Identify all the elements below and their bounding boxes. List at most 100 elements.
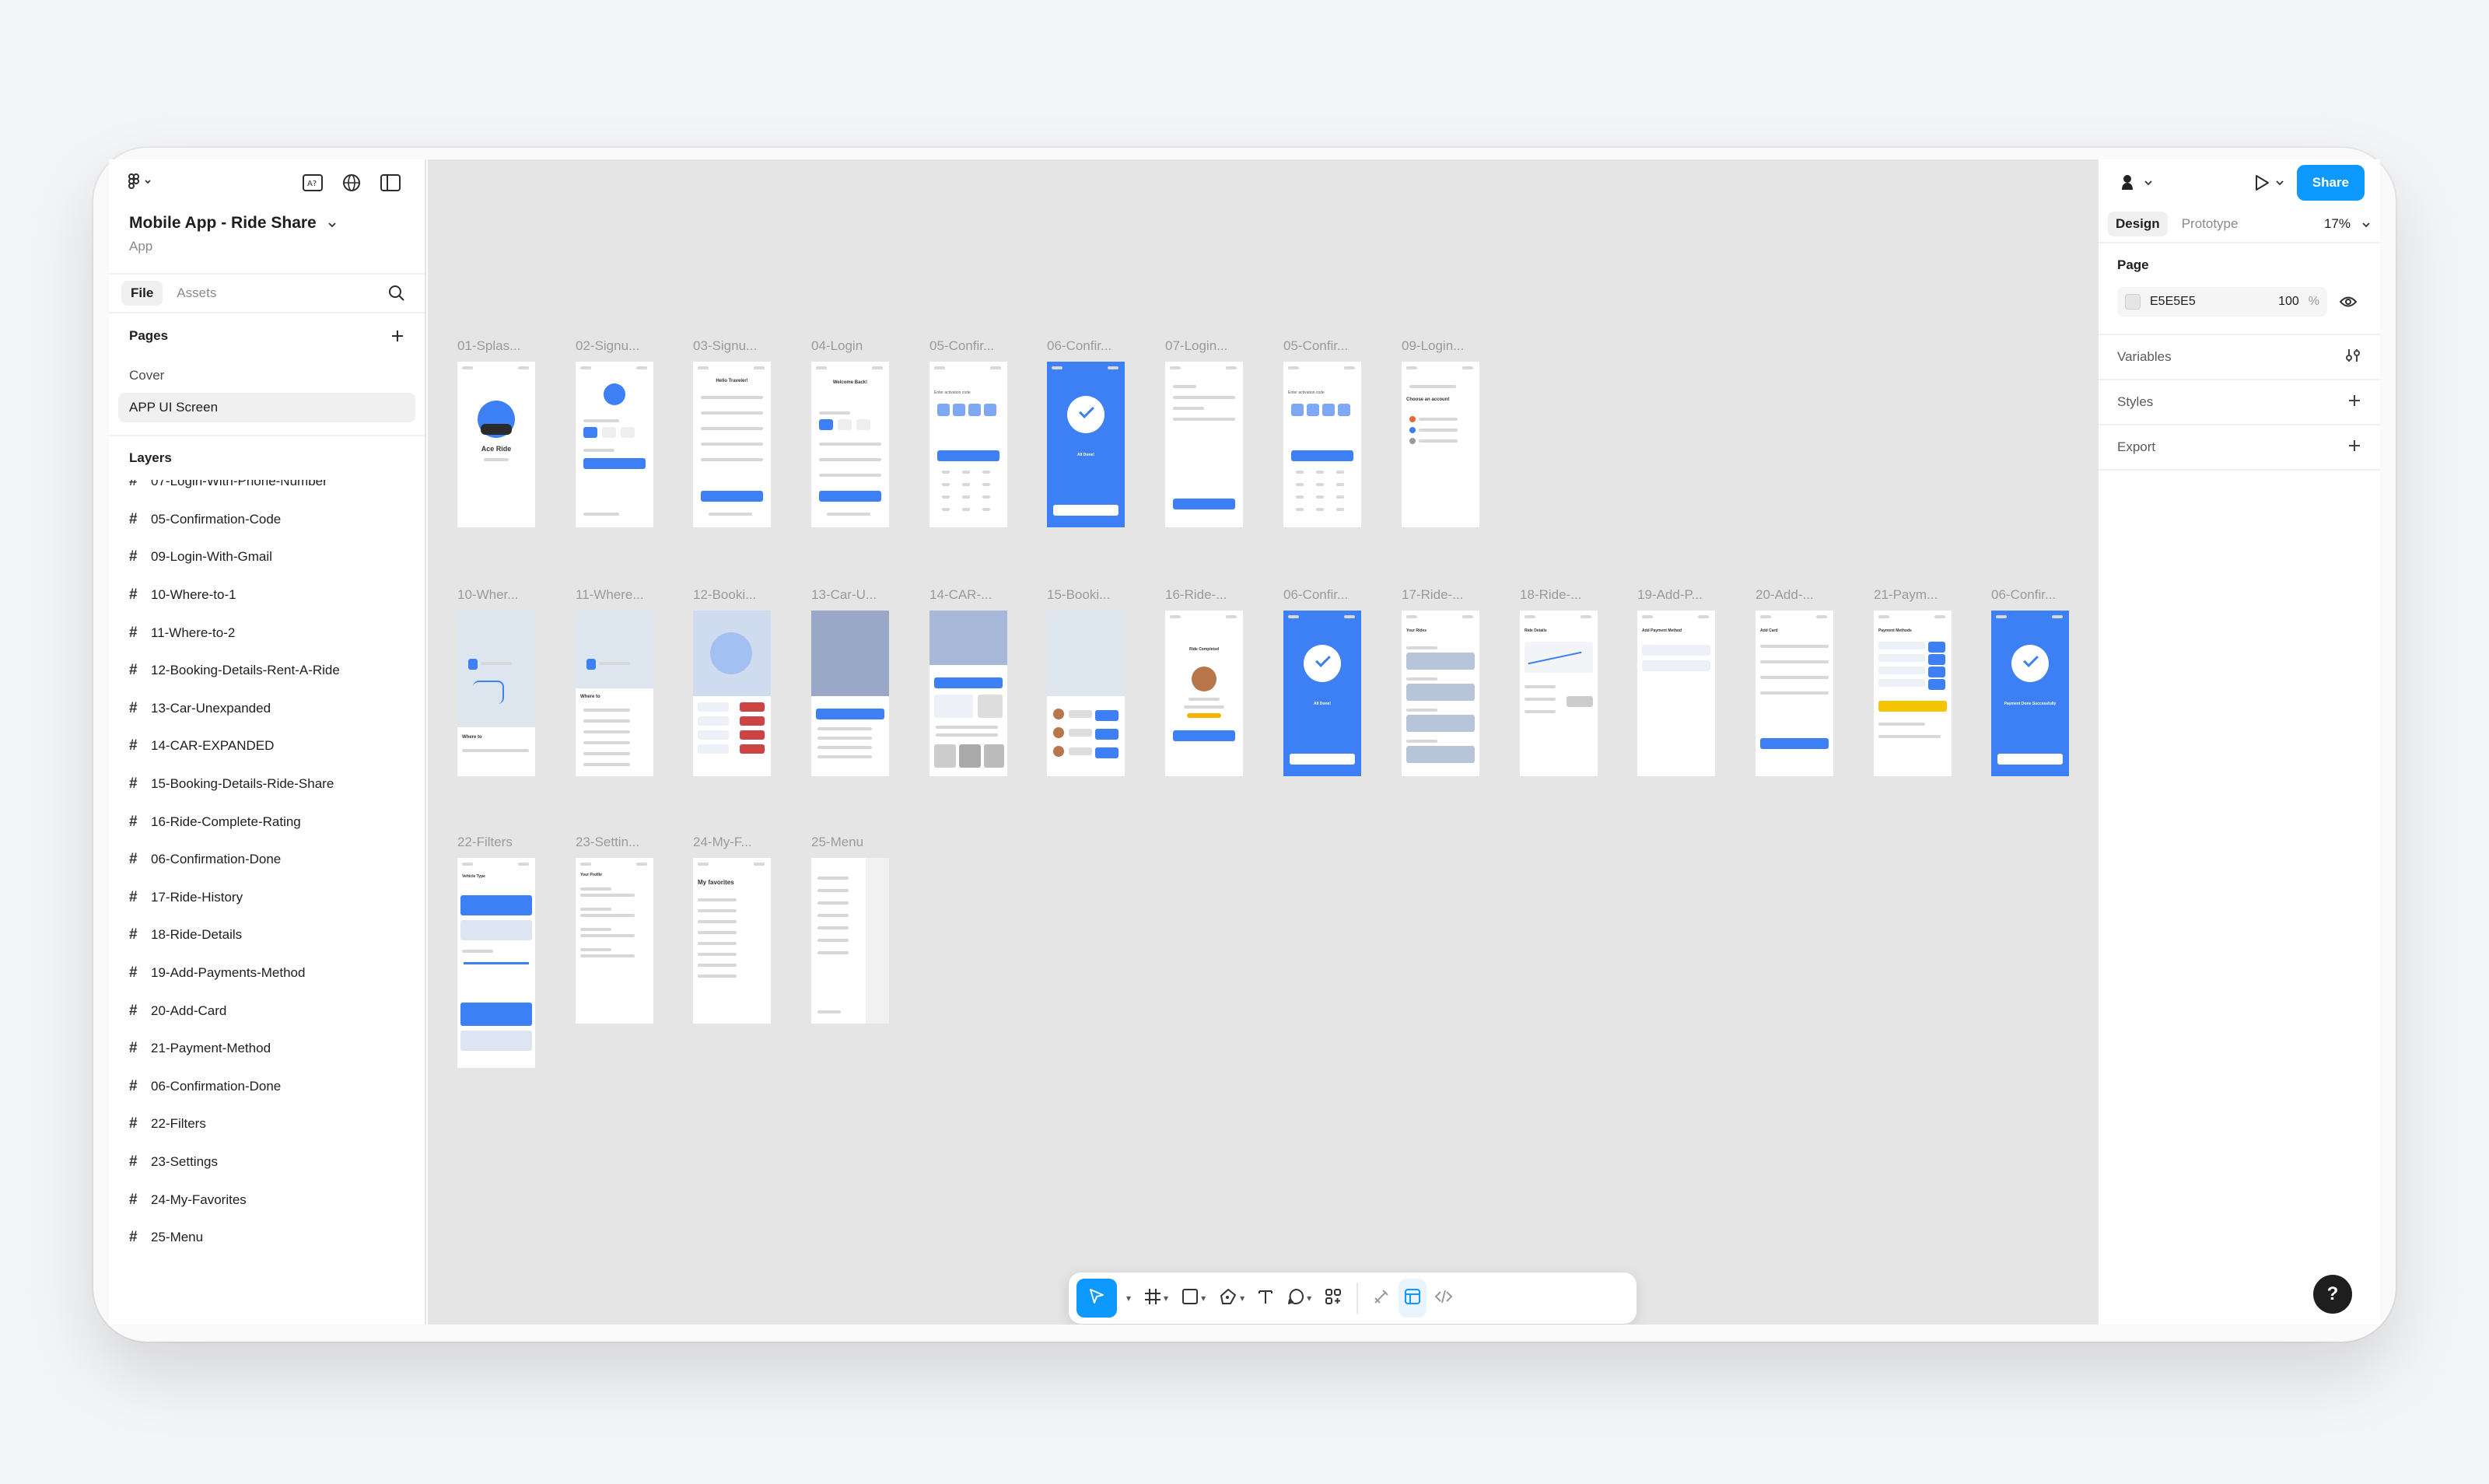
layer-item[interactable]: #06-Confirmation-Done — [109, 1068, 425, 1106]
text-tool-button[interactable] — [1252, 1279, 1279, 1318]
layer-item[interactable]: #25-Menu — [109, 1219, 425, 1257]
artboard-frame[interactable]: 04-Login Welcome Back! — [811, 338, 889, 527]
frame-label[interactable]: 05-Confir... — [1283, 338, 1348, 354]
variables-row[interactable]: Variables — [2099, 335, 2380, 380]
layer-item[interactable]: #05-Confirmation-Code — [109, 501, 425, 539]
frame-label[interactable]: 05-Confir... — [929, 338, 994, 354]
frame-label[interactable]: 02-Signu... — [576, 338, 639, 354]
layer-item[interactable]: #09-Login-With-Gmail — [109, 538, 425, 576]
page-opacity-value[interactable]: 100 — [2278, 295, 2299, 309]
dev-mode-button[interactable] — [1430, 1279, 1458, 1318]
frame-label[interactable]: 01-Splas... — [457, 338, 520, 354]
design-mode-button[interactable] — [1399, 1279, 1427, 1318]
layer-item[interactable]: #21-Payment-Method — [109, 1030, 425, 1068]
page-color-value[interactable]: E5E5E5 — [2150, 295, 2269, 309]
layer-item[interactable]: #16-Ride-Complete-Rating — [109, 803, 425, 841]
artboard-frame[interactable]: 24-My-F... My favorites — [693, 835, 771, 1024]
layers-list[interactable]: #07-Login-With-Phone-Number #05-Confirmat… — [109, 480, 425, 1289]
layer-item[interactable]: #13-Car-Unexpanded — [109, 690, 425, 728]
frame-label[interactable]: 24-My-F... — [693, 835, 752, 850]
add-page-icon[interactable] — [390, 329, 404, 343]
frame-label[interactable]: 21-Paym... — [1874, 587, 1938, 603]
frame-label[interactable]: 10-Wher... — [457, 587, 518, 603]
color-swatch[interactable] — [2125, 294, 2141, 310]
artboard-frame[interactable]: 02-Signu... — [576, 338, 653, 527]
artboard-frame[interactable]: 07-Login... — [1165, 338, 1243, 527]
artboard-frame[interactable]: 21-Paym... Payment Methods — [1874, 587, 1952, 776]
frame-label[interactable]: 06-Confir... — [1283, 587, 1348, 603]
figma-menu-icon[interactable] — [124, 167, 156, 198]
actions-button[interactable] — [1319, 1279, 1347, 1318]
layer-item[interactable]: #24-My-Favorites — [109, 1181, 425, 1219]
artboard-frame[interactable]: 06-Confir... All Done! — [1047, 338, 1125, 527]
frame-label[interactable]: 23-Settin... — [576, 835, 639, 850]
artboard-frame[interactable]: 15-Booki... — [1047, 587, 1125, 776]
frame-label[interactable]: 12-Booki... — [693, 587, 756, 603]
tab-file[interactable]: File — [121, 281, 163, 306]
layer-item[interactable]: #19-Add-Payments-Method — [109, 954, 425, 992]
frame-tool-button[interactable]: ▾ — [1139, 1279, 1173, 1318]
artboard-frame[interactable]: 10-Wher... Where to — [457, 587, 535, 776]
tab-design[interactable]: Design — [2108, 212, 2168, 236]
artboard-frame[interactable]: 14-CAR-... — [929, 587, 1007, 776]
artboard-frame[interactable]: 20-Add-... Add Card — [1756, 587, 1833, 776]
pen-tool-button[interactable]: ▾ — [1213, 1279, 1249, 1318]
move-tool-button[interactable] — [1076, 1279, 1117, 1318]
frame-label[interactable]: 18-Ride-... — [1520, 587, 1581, 603]
artboard-frame[interactable]: 11-Where... Where to — [576, 587, 653, 776]
variables-icon[interactable] — [2344, 347, 2361, 368]
page-item-app-ui-screen[interactable]: APP UI Screen — [118, 393, 415, 422]
layer-item[interactable]: #11-Where-to-2 — [109, 614, 425, 652]
artboard-frame[interactable]: 03-Signu... Hello Traveler! — [693, 338, 771, 527]
share-button[interactable]: Share — [2296, 165, 2365, 201]
frame-label[interactable]: 20-Add-... — [1756, 587, 1814, 603]
frame-label[interactable]: 07-Login... — [1165, 338, 1227, 354]
zoom-dropdown[interactable]: 17% — [2324, 216, 2371, 232]
frame-label[interactable]: 09-Login... — [1402, 338, 1464, 354]
artboard-frame[interactable]: 19-Add-P... Add Payment Method — [1637, 587, 1715, 776]
comment-tool-button[interactable]: ▾ — [1282, 1279, 1316, 1318]
draw-mode-button[interactable] — [1367, 1279, 1395, 1318]
tab-assets[interactable]: Assets — [167, 281, 226, 306]
frame-label[interactable]: 19-Add-P... — [1637, 587, 1703, 603]
artboard-frame[interactable]: 22-Filters Vehicle Type — [457, 835, 535, 1068]
layer-item[interactable]: #15-Booking-Details-Ride-Share — [109, 765, 425, 803]
layer-item[interactable]: #23-Settings — [109, 1143, 425, 1181]
frame-label[interactable]: 06-Confir... — [1991, 587, 2056, 603]
shape-tool-button[interactable]: ▾ — [1176, 1279, 1210, 1318]
artboard-frame[interactable]: 01-Splas... Ace Ride — [457, 338, 535, 527]
globe-icon[interactable] — [336, 167, 367, 198]
artboard-frame[interactable]: 05-Confir... Enter activation code — [1283, 338, 1361, 527]
layer-item[interactable]: #18-Ride-Details — [109, 916, 425, 954]
frame-label[interactable]: 16-Ride-... — [1165, 587, 1227, 603]
layer-item[interactable]: #17-Ride-History — [109, 879, 425, 917]
artboard-frame[interactable]: 12-Booki... — [693, 587, 771, 776]
artboard-frame[interactable]: 18-Ride-... Ride Details — [1520, 587, 1598, 776]
artboard-frame[interactable]: 25-Menu — [811, 835, 889, 1024]
frame-label[interactable]: 22-Filters — [457, 835, 513, 850]
artboard-frame[interactable]: 06-Confir... All Done! — [1283, 587, 1361, 776]
frame-label[interactable]: 11-Where... — [576, 587, 644, 603]
move-tool-options[interactable]: ▾ — [1120, 1279, 1136, 1318]
page-item-cover[interactable]: Cover — [109, 359, 425, 393]
page-color-field[interactable]: E5E5E5 100 % — [2117, 287, 2327, 317]
design-canvas[interactable]: 01-Splas... Ace Ride 02-Signu... 03-Signu..… — [428, 159, 2097, 1325]
frame-label[interactable]: 13-Car-U... — [811, 587, 877, 603]
artboard-frame[interactable]: 17-Ride-... Your Rides — [1402, 587, 1479, 776]
plus-icon[interactable] — [2347, 439, 2361, 457]
artboard-frame[interactable]: 13-Car-U... — [811, 587, 889, 776]
artboard-frame[interactable]: 23-Settin... Your Profile — [576, 835, 653, 1024]
layer-item[interactable]: #20-Add-Card — [109, 992, 425, 1030]
play-icon[interactable] — [2253, 173, 2284, 192]
search-icon[interactable] — [381, 278, 412, 309]
ai-icon[interactable]: A? — [297, 167, 328, 198]
styles-row[interactable]: Styles — [2099, 380, 2380, 425]
frame-label[interactable]: 03-Signu... — [693, 338, 757, 354]
frame-label[interactable]: 06-Confir... — [1047, 338, 1111, 354]
avatar[interactable] — [2116, 171, 2153, 194]
frame-label[interactable]: 17-Ride-... — [1402, 587, 1463, 603]
help-button[interactable]: ? — [2313, 1275, 2352, 1314]
layer-item[interactable]: #22-Filters — [109, 1105, 425, 1143]
frame-label[interactable]: 15-Booki... — [1047, 587, 1110, 603]
plus-icon[interactable] — [2347, 394, 2361, 411]
